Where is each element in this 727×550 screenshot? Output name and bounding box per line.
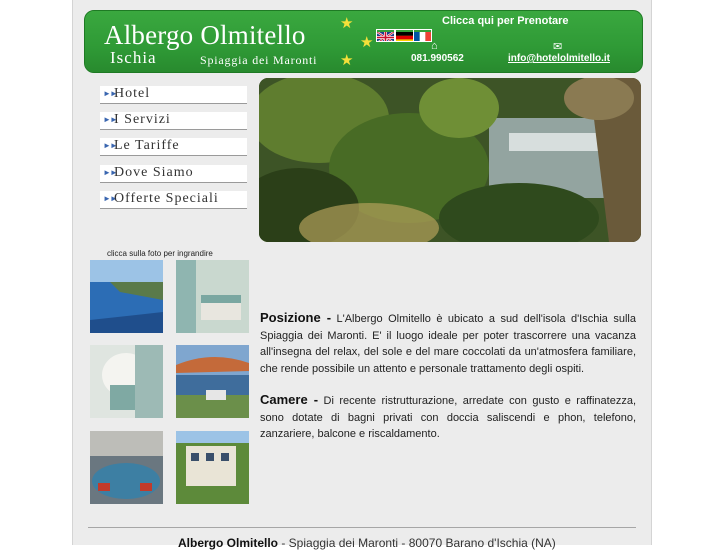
- phone-number: 081.990562: [411, 53, 464, 64]
- footer-name: Albergo Olmitello: [178, 536, 279, 550]
- menu-item-label: Offerte Speciali: [114, 191, 219, 206]
- footer-address: Albergo Olmitello - Spiaggia dei Maronti…: [178, 536, 556, 550]
- flag-uk-icon[interactable]: [376, 29, 395, 42]
- posizione-heading: Posizione -: [260, 310, 332, 325]
- posizione-section: Posizione - L'Albergo Olmitello è ubicat…: [260, 310, 636, 377]
- booking-link[interactable]: Clicca qui per Prenotare: [442, 15, 569, 27]
- star-icon: ★: [340, 52, 354, 69]
- menu-item-label: I Servizi: [114, 112, 171, 127]
- brand-title[interactable]: Albergo Olmitello: [104, 20, 306, 51]
- brand-beach: Spiaggia dei Maronti: [200, 53, 318, 67]
- mail-icon: ✉: [553, 41, 563, 53]
- flag-de-icon[interactable]: [395, 29, 414, 42]
- flag-fr-icon[interactable]: [413, 29, 432, 42]
- gallery-thumb-sea[interactable]: [90, 260, 163, 333]
- menu-item-label: Le Tariffe: [114, 138, 180, 153]
- footer-divider: [88, 527, 636, 528]
- email-link[interactable]: info@hotelolmitello.it: [508, 53, 610, 64]
- home-icon: ⌂: [431, 40, 438, 52]
- star-icon: ★: [340, 15, 354, 32]
- hero-photo: [259, 78, 641, 242]
- star-icon: ★: [360, 34, 374, 51]
- gallery-thumb-room[interactable]: [176, 260, 249, 333]
- footer-address-text: - Spiaggia dei Maronti - 80070 Barano d'…: [278, 536, 556, 550]
- menu-item-hotel[interactable]: ►► Hotel: [100, 86, 247, 104]
- menu-item-servizi[interactable]: ►► I Servizi: [100, 112, 247, 130]
- gallery-thumb-terrace[interactable]: [176, 345, 249, 418]
- menu-item-tariffe[interactable]: ►► Le Tariffe: [100, 138, 247, 156]
- gallery-thumb-pool[interactable]: [90, 431, 163, 504]
- gallery-caption: clicca sulla foto per ingrandire: [107, 249, 213, 258]
- brand-location: Ischia: [110, 48, 157, 67]
- menu-item-dove-siamo[interactable]: ►► Dove Siamo: [100, 165, 247, 183]
- menu-item-label: Dove Siamo: [114, 165, 194, 180]
- gallery-thumb-bathroom[interactable]: [90, 345, 163, 418]
- camere-heading: Camere -: [260, 392, 319, 407]
- menu-item-label: Hotel: [114, 86, 151, 101]
- camere-section: Camere - Di recente ristrutturazione, ar…: [260, 392, 636, 443]
- gallery-thumb-building[interactable]: [176, 431, 249, 504]
- menu-item-offerte[interactable]: ►► Offerte Speciali: [100, 191, 247, 209]
